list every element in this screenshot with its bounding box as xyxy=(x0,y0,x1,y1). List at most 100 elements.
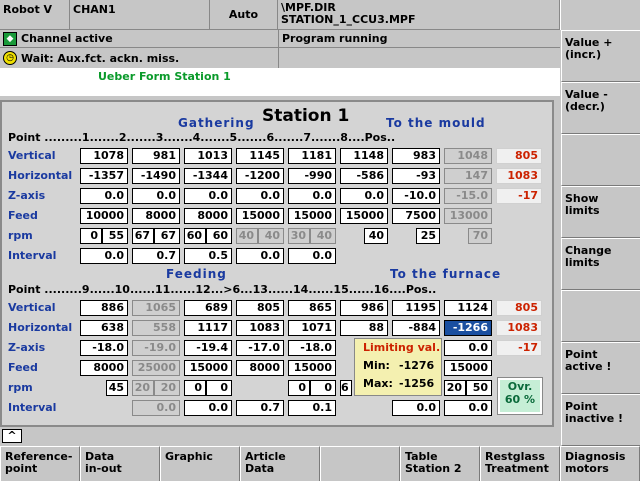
cell-b-horizontal-6[interactable]: 88 xyxy=(340,320,388,336)
cell-horizontal-5[interactable]: -990 xyxy=(288,168,336,184)
cell-b-horizontal-7[interactable]: -884 xyxy=(392,320,440,336)
cell-b-interval-3[interactable]: 0.7 xyxy=(236,400,284,416)
cell-b-feed-1[interactable]: 8000 xyxy=(80,360,128,376)
cell-b-interval-1[interactable]: 0.0 xyxy=(132,400,180,416)
softkey-v-8[interactable]: Point inactive ! xyxy=(561,394,640,446)
softkey-v-3[interactable] xyxy=(561,134,640,186)
cell-z-6[interactable]: 0.0 xyxy=(340,188,388,204)
softkey-h-2[interactable]: Data in-out xyxy=(80,446,160,481)
softkey-h-7[interactable]: Restglass Treatment xyxy=(480,446,560,481)
cell-b-vertical-2[interactable]: 1065 xyxy=(132,300,180,316)
cell-feed-6[interactable]: 15000 xyxy=(340,208,388,224)
rpm-top-0[interactable]: 0 xyxy=(80,228,102,244)
rpm-bottom-8[interactable]: 20 xyxy=(444,380,466,396)
pos-b-horizontal[interactable]: 1083 xyxy=(496,320,542,336)
cell-b-z-5[interactable]: -18.0 xyxy=(288,340,336,356)
softkey-v-6[interactable] xyxy=(561,290,640,342)
rpm-top-8[interactable]: 30 xyxy=(288,228,310,244)
cell-b-feed-6[interactable]: 15000 xyxy=(444,360,492,376)
cell-b-z-4[interactable]: -17.0 xyxy=(236,340,284,356)
rpm-bottom-2[interactable]: 20 xyxy=(154,380,180,396)
cell-feed-3[interactable]: 8000 xyxy=(184,208,232,224)
cell-z-8[interactable]: -15.0 xyxy=(444,188,492,204)
cell-b-vertical-3[interactable]: 689 xyxy=(184,300,232,316)
cell-b-z-1[interactable]: -18.0 xyxy=(80,340,128,356)
rpm-top-2[interactable]: 67 xyxy=(132,228,154,244)
cell-interval-1[interactable]: 0.0 xyxy=(80,248,128,264)
up-arrow-button[interactable]: ^ xyxy=(2,429,22,443)
cell-vertical-3[interactable]: 1013 xyxy=(184,148,232,164)
cell-horizontal-4[interactable]: -1200 xyxy=(236,168,284,184)
rpm-top-9[interactable]: 40 xyxy=(310,228,336,244)
cell-b-horizontal-5[interactable]: 1071 xyxy=(288,320,336,336)
cell-b-z-2[interactable]: -19.0 xyxy=(132,340,180,356)
cell-z-1[interactable]: 0.0 xyxy=(80,188,128,204)
pos-b-vertical[interactable]: 805 xyxy=(496,300,542,316)
cell-vertical-1[interactable]: 1078 xyxy=(80,148,128,164)
cell-b-vertical-8[interactable]: 1124 xyxy=(444,300,492,316)
cell-b-interval-6[interactable]: 0.0 xyxy=(444,400,492,416)
cell-b-feed-4[interactable]: 8000 xyxy=(236,360,284,376)
rpm-bottom-4[interactable]: 0 xyxy=(206,380,232,396)
cell-horizontal-7[interactable]: -93 xyxy=(392,168,440,184)
cell-b-z-3[interactable]: -19.4 xyxy=(184,340,232,356)
cell-b-horizontal-3[interactable]: 1117 xyxy=(184,320,232,336)
rpm-bottom-1[interactable]: 20 xyxy=(132,380,154,396)
cell-interval-5[interactable]: 0.0 xyxy=(288,248,336,264)
cell-vertical-5[interactable]: 1181 xyxy=(288,148,336,164)
cell-feed-4[interactable]: 15000 xyxy=(236,208,284,224)
pos-horizontal[interactable]: 1083 xyxy=(496,168,542,184)
cell-horizontal-8[interactable]: 147 xyxy=(444,168,492,184)
rpm-top-7[interactable]: 40 xyxy=(258,228,284,244)
cell-horizontal-1[interactable]: -1357 xyxy=(80,168,128,184)
cell-b-feed-3[interactable]: 15000 xyxy=(184,360,232,376)
softkey-h-8[interactable]: Diagnosis motors xyxy=(560,446,640,481)
softkey-h-4[interactable]: Article Data xyxy=(240,446,320,481)
cell-horizontal-2[interactable]: -1490 xyxy=(132,168,180,184)
cell-b-vertical-7[interactable]: 1195 xyxy=(392,300,440,316)
cell-b-horizontal-1[interactable]: 638 xyxy=(80,320,128,336)
cell-interval-3[interactable]: 0.5 xyxy=(184,248,232,264)
rpm-bottom-3[interactable]: 0 xyxy=(184,380,206,396)
cell-b-interval-2[interactable]: 0.0 xyxy=(184,400,232,416)
cell-horizontal-3[interactable]: -1344 xyxy=(184,168,232,184)
cell-b-z-6[interactable]: 0.0 xyxy=(444,340,492,356)
rpm-bottom-6[interactable]: 0 xyxy=(310,380,336,396)
cell-z-5[interactable]: 0.0 xyxy=(288,188,336,204)
cell-vertical-2[interactable]: 981 xyxy=(132,148,180,164)
cell-feed-5[interactable]: 15000 xyxy=(288,208,336,224)
softkey-v-1[interactable]: Value + (incr.) xyxy=(561,30,640,82)
cell-horizontal-6[interactable]: -586 xyxy=(340,168,388,184)
cell-feed-8[interactable]: 13000 xyxy=(444,208,492,224)
cell-b-vertical-4[interactable]: 805 xyxy=(236,300,284,316)
rpm-bottom-9[interactable]: 50 xyxy=(466,380,492,396)
cell-b-vertical-6[interactable]: 986 xyxy=(340,300,388,316)
pos-b-z[interactable]: -17 xyxy=(496,340,542,356)
rpm-top-10[interactable]: 40 xyxy=(364,228,388,244)
cell-interval-2[interactable]: 0.7 xyxy=(132,248,180,264)
cell-vertical-8[interactable]: 1048 xyxy=(444,148,492,164)
softkey-v-5[interactable]: Change limits xyxy=(561,238,640,290)
softkey-v-4[interactable]: Show limits xyxy=(561,186,640,238)
softkey-v-7[interactable]: Point active ! xyxy=(561,342,640,394)
rpm-top-5[interactable]: 60 xyxy=(206,228,232,244)
cell-vertical-6[interactable]: 1148 xyxy=(340,148,388,164)
rpm-top-12[interactable]: 70 xyxy=(468,228,492,244)
cell-b-horizontal-2[interactable]: 558 xyxy=(132,320,180,336)
rpm-top-6[interactable]: 40 xyxy=(236,228,258,244)
cell-b-vertical-1[interactable]: 886 xyxy=(80,300,128,316)
rpm-top-11[interactable]: 25 xyxy=(416,228,440,244)
softkey-h-5[interactable] xyxy=(320,446,400,481)
cell-vertical-4[interactable]: 1145 xyxy=(236,148,284,164)
cell-z-7[interactable]: -10.0 xyxy=(392,188,440,204)
rpm-bottom-5[interactable]: 0 xyxy=(288,380,310,396)
pos-z[interactable]: -17 xyxy=(496,188,542,204)
pos-vertical[interactable]: 805 xyxy=(496,148,542,164)
cell-z-2[interactable]: 0.0 xyxy=(132,188,180,204)
cell-z-4[interactable]: 0.0 xyxy=(236,188,284,204)
cell-b-feed-5[interactable]: 15000 xyxy=(288,360,336,376)
cell-feed-2[interactable]: 8000 xyxy=(132,208,180,224)
cell-feed-7[interactable]: 7500 xyxy=(392,208,440,224)
cell-b-interval-4[interactable]: 0.1 xyxy=(288,400,336,416)
softkey-h-3[interactable]: Graphic xyxy=(160,446,240,481)
